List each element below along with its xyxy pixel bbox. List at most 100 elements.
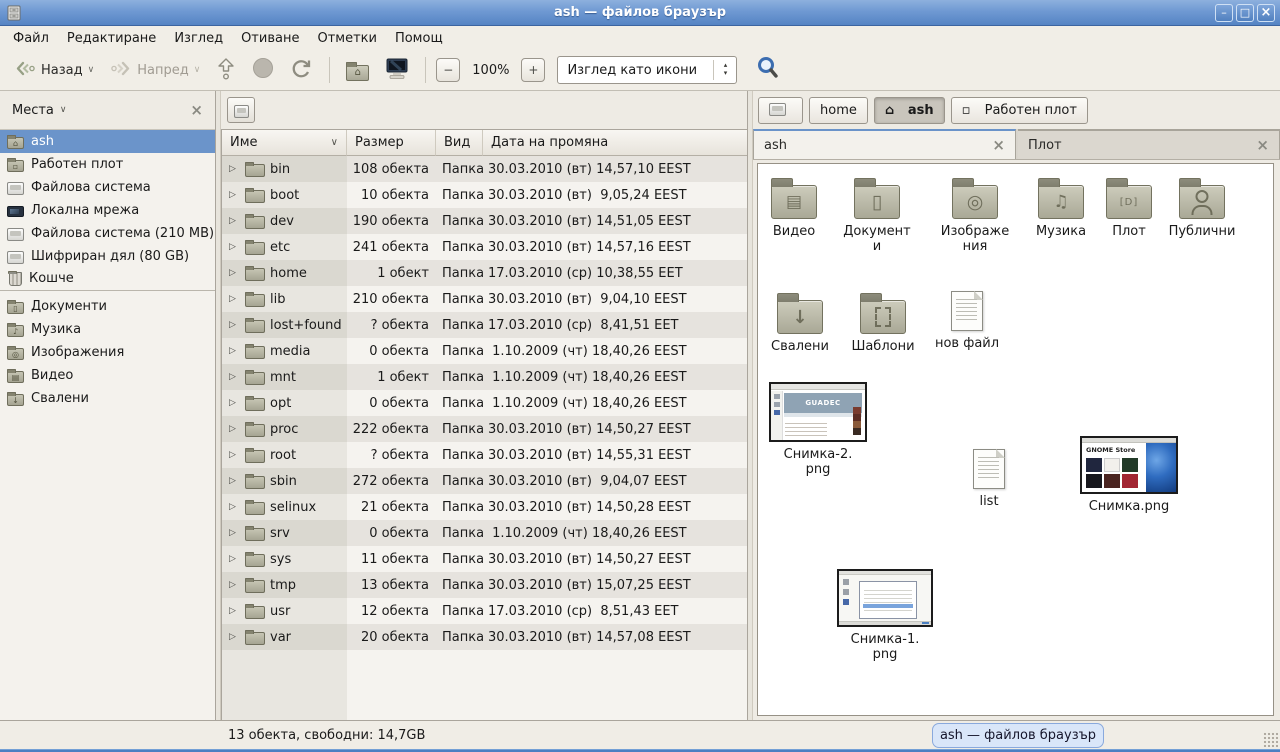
table-row[interactable]: ▷ media 0 обекта Папка 1.10.2009 (чт) 18…	[222, 338, 747, 364]
reload-button[interactable]	[284, 54, 319, 87]
breadcrumb-button[interactable]: ash	[874, 97, 945, 124]
expander-icon[interactable]: ▷	[229, 242, 240, 252]
sidebar-place-item[interactable]: Документи	[0, 295, 215, 318]
tab-close-icon[interactable]: ×	[1256, 136, 1269, 154]
expander-icon[interactable]: ▷	[229, 606, 240, 616]
file-icon-item[interactable]: Документи	[841, 176, 913, 255]
column-header-type[interactable]: Вид	[436, 130, 483, 156]
file-icon-item[interactable]: Свалени	[764, 291, 836, 354]
search-button[interactable]	[753, 53, 783, 87]
expander-icon[interactable]: ▷	[229, 320, 240, 330]
expander-icon[interactable]: ▷	[229, 580, 240, 590]
sidebar-place-item[interactable]: Кошче	[0, 268, 215, 291]
sidebar-place-item[interactable]: Музика	[0, 318, 215, 341]
file-icon-item[interactable]: нов файл	[931, 291, 1003, 351]
tab[interactable]: Плот ×	[1018, 129, 1280, 159]
maximize-button[interactable]: □	[1236, 4, 1254, 22]
table-row[interactable]: ▷ opt 0 обекта Папка 1.10.2009 (чт) 18,4…	[222, 390, 747, 416]
expander-icon[interactable]: ▷	[229, 502, 240, 512]
expander-icon[interactable]: ▷	[229, 476, 240, 486]
sidebar-place-item[interactable]: Свалени	[0, 387, 215, 410]
table-row[interactable]: ▷ lost+found ? обекта Папка 17.03.2010 (…	[222, 312, 747, 338]
stop-button[interactable]	[246, 53, 280, 87]
file-icon-item[interactable]: Изображения	[935, 176, 1015, 255]
file-icon-item[interactable]: Видео	[758, 176, 830, 239]
table-row[interactable]: ▷ etc 241 обекта Папка 30.03.2010 (вт) 1…	[222, 234, 747, 260]
menu-item[interactable]: Файл	[4, 28, 58, 49]
back-dropdown-icon[interactable]: ∨	[88, 65, 95, 75]
file-icon-item[interactable]: Шаблони	[847, 291, 919, 354]
file-icon-item[interactable]: Снимка-1.png	[835, 569, 935, 663]
sidebar-place-item[interactable]: Видео	[0, 364, 215, 387]
file-icon-item[interactable]: GUADEC GUADEC Снимка-2.png	[768, 382, 868, 478]
column-header-size[interactable]: Размер	[347, 130, 436, 156]
tab-close-icon[interactable]: ×	[992, 136, 1005, 154]
sidebar-place-item[interactable]: Работен плот	[0, 153, 215, 176]
expander-icon[interactable]: ▷	[229, 528, 240, 538]
table-row[interactable]: ▷ root ? обекта Папка 30.03.2010 (вт) 14…	[222, 442, 747, 468]
sidebar-place-item[interactable]: Файлова система (210 MB)	[0, 222, 215, 245]
table-row[interactable]: ▷ mnt 1 обект Папка 1.10.2009 (чт) 18,40…	[222, 364, 747, 390]
tab[interactable]: ash ×	[753, 129, 1016, 159]
column-header-name[interactable]: Име∨	[222, 130, 347, 156]
table-row[interactable]: ▷ var 20 обекта Папка 30.03.2010 (вт) 14…	[222, 624, 747, 650]
table-row[interactable]: ▷ home 1 обект Папка 17.03.2010 (ср) 10,…	[222, 260, 747, 286]
menu-item[interactable]: Отметки	[308, 28, 385, 49]
close-button[interactable]: ×	[1257, 4, 1275, 22]
menu-item[interactable]: Изглед	[165, 28, 232, 49]
root-drive-button[interactable]	[227, 97, 255, 123]
expander-icon[interactable]: ▷	[229, 216, 240, 226]
home-button[interactable]: ⌂	[340, 56, 375, 85]
combo-spinner-icon[interactable]: ▴▾	[714, 62, 736, 77]
table-row[interactable]: ▷ sys 11 обекта Папка 30.03.2010 (вт) 14…	[222, 546, 747, 572]
chevron-down-icon[interactable]: ∨	[60, 105, 67, 115]
table-row[interactable]: ▷ boot 10 обекта Папка 30.03.2010 (вт) 9…	[222, 182, 747, 208]
taskbar-window-item[interactable]: ash — файлов браузър	[932, 723, 1104, 748]
back-button[interactable]: Назад ∨	[8, 56, 100, 85]
resize-grip[interactable]	[1263, 732, 1278, 747]
expander-icon[interactable]: ▷	[229, 268, 240, 278]
zoom-out-button[interactable]: −	[436, 58, 460, 82]
expander-icon[interactable]: ▷	[229, 190, 240, 200]
expander-icon[interactable]: ▷	[229, 554, 240, 564]
zoom-in-button[interactable]: +	[521, 58, 545, 82]
table-row[interactable]: ▷ selinux 21 обекта Папка 30.03.2010 (вт…	[222, 494, 747, 520]
menu-item[interactable]: Помощ	[386, 28, 452, 49]
expander-icon[interactable]: ▷	[229, 632, 240, 642]
column-header-date[interactable]: Дата на промяна	[483, 130, 747, 156]
expander-icon[interactable]: ▷	[229, 424, 240, 434]
sidebar-place-item[interactable]: Локална мрежа	[0, 199, 215, 222]
file-icon-item[interactable]: list	[953, 449, 1025, 509]
breadcrumb-button[interactable]: Работен плот	[951, 97, 1088, 124]
sidebar-place-item[interactable]: ash	[0, 130, 215, 153]
table-row[interactable]: ▷ usr 12 обекта Папка 17.03.2010 (ср) 8,…	[222, 598, 747, 624]
file-icon-item[interactable]: Плот	[1093, 176, 1165, 239]
table-row[interactable]: ▷ proc 222 обекта Папка 30.03.2010 (вт) …	[222, 416, 747, 442]
up-button[interactable]	[210, 53, 242, 88]
file-icon-item[interactable]: GNOME Store GNOME Store Снимка.png	[1079, 436, 1179, 514]
table-row[interactable]: ▷ srv 0 обекта Папка 1.10.2009 (чт) 18,4…	[222, 520, 747, 546]
expander-icon[interactable]: ▷	[229, 294, 240, 304]
computer-button[interactable]	[379, 53, 415, 88]
sidebar-place-item[interactable]: Файлова система	[0, 176, 215, 199]
table-row[interactable]: ▷ lib 210 обекта Папка 30.03.2010 (вт) 9…	[222, 286, 747, 312]
forward-button[interactable]: Напред ∨	[104, 56, 206, 85]
table-row[interactable]: ▷ sbin 272 обекта Папка 30.03.2010 (вт) …	[222, 468, 747, 494]
expander-icon[interactable]: ▷	[229, 372, 240, 382]
table-row[interactable]: ▷ bin 108 обекта Папка 30.03.2010 (вт) 1…	[222, 156, 747, 182]
breadcrumb-button[interactable]: home	[809, 97, 868, 124]
file-icon-item[interactable]: Публични	[1166, 176, 1238, 239]
expander-icon[interactable]: ▷	[229, 398, 240, 408]
view-mode-select[interactable]: Изглед като икони ▴▾	[557, 56, 737, 84]
forward-dropdown-icon[interactable]: ∨	[194, 65, 201, 75]
menu-item[interactable]: Отиване	[232, 28, 308, 49]
menu-item[interactable]: Редактиране	[58, 28, 165, 49]
sidebar-place-item[interactable]: Шифриран дял (80 GB)	[0, 245, 215, 268]
breadcrumb-button[interactable]	[758, 97, 803, 124]
minimize-button[interactable]: –	[1215, 4, 1233, 22]
sidebar-close-icon[interactable]: ×	[186, 101, 207, 119]
table-row[interactable]: ▷ dev 190 обекта Папка 30.03.2010 (вт) 1…	[222, 208, 747, 234]
expander-icon[interactable]: ▷	[229, 450, 240, 460]
table-row[interactable]: ▷ tmp 13 обекта Папка 30.03.2010 (вт) 15…	[222, 572, 747, 598]
sidebar-mode-select[interactable]: Места	[12, 103, 54, 118]
